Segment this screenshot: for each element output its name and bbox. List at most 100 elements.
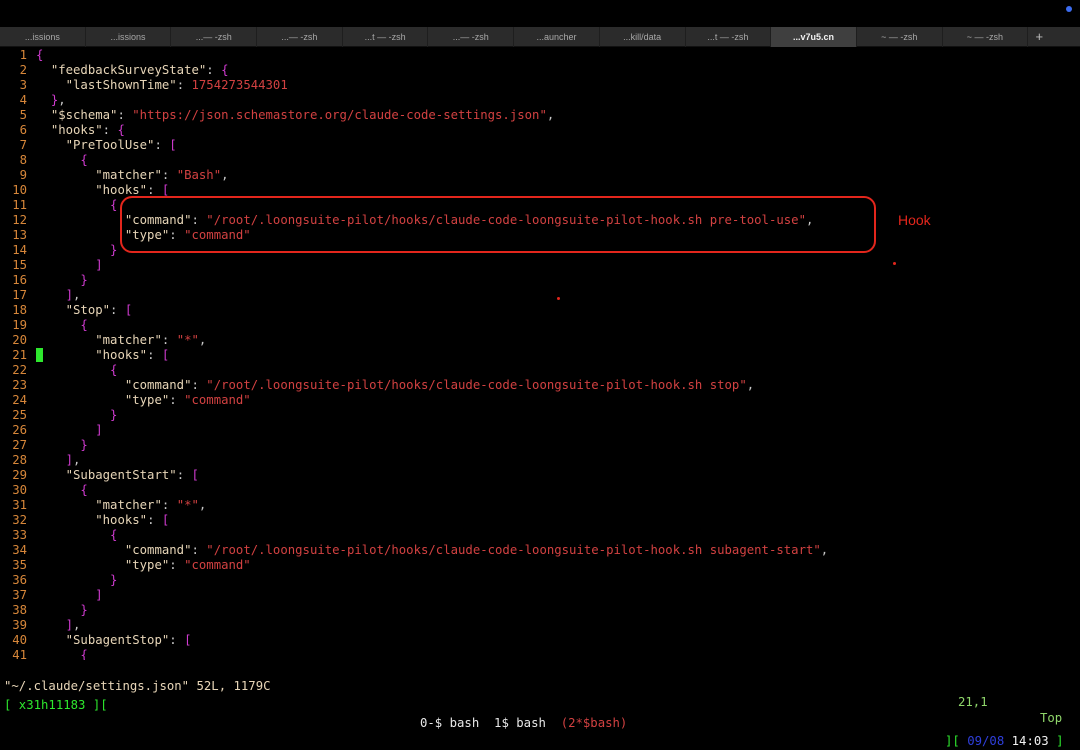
code-token: :: [147, 513, 162, 527]
terminal-tab[interactable]: ...— -zsh: [257, 27, 343, 47]
code-line: 19 {: [0, 318, 1080, 333]
terminal-tab[interactable]: ~ — -zsh: [857, 27, 943, 47]
terminal-tab[interactable]: ...— -zsh: [171, 27, 258, 47]
line-content: {: [36, 363, 117, 378]
line-content: }: [36, 243, 117, 258]
line-content: "type": "command": [36, 558, 251, 573]
line-number: 19: [12, 318, 27, 332]
terminal-tab[interactable]: ~ — -zsh: [943, 27, 1029, 47]
tmux-window-0[interactable]: 0-$ bash: [420, 716, 479, 730]
status-scroll-indicator: Top: [1040, 711, 1063, 725]
code-line: 7 "PreToolUse": [: [0, 138, 1080, 153]
code-token: {: [80, 318, 88, 332]
line-content: }: [36, 603, 87, 618]
terminal-tab[interactable]: ...auncher: [514, 27, 600, 47]
terminal-tab-active[interactable]: ...v7u5.cn: [771, 27, 857, 47]
terminal-tab[interactable]: ...issions: [0, 27, 86, 47]
line-number: 36: [12, 573, 27, 587]
line-content: ],: [36, 453, 81, 468]
code-token: [: [161, 348, 170, 362]
code-token: :: [110, 303, 125, 317]
code-token: "SubagentStop": [65, 633, 170, 647]
code-token: ,: [221, 168, 229, 182]
code-token: {: [36, 48, 44, 62]
tmux-status-bar: [ x31h11183 ][ 0-$ bash 1$ bash (2*$bash…: [0, 678, 1080, 748]
code-token: "type": [124, 393, 170, 407]
code-token: [: [184, 633, 192, 647]
code-token: [: [124, 303, 133, 317]
code-token: ]: [95, 423, 103, 437]
code-line: 29 "SubagentStart": [: [0, 468, 1080, 483]
code-token: {: [117, 123, 125, 137]
code-token: :: [176, 468, 192, 482]
vim-editor[interactable]: 1{2 "feedbackSurveyState": {3 "lastShown…: [0, 48, 1080, 660]
line-content: "lastShownTime": 1754273544301: [36, 78, 288, 93]
new-tab-button[interactable]: +: [1028, 27, 1050, 46]
line-content: {: [36, 48, 43, 63]
line-content: }: [36, 273, 87, 288]
terminal-tab[interactable]: ...— -zsh: [428, 27, 515, 47]
terminal-tab[interactable]: ...t — -zsh: [343, 27, 429, 47]
line-content: "hooks": {: [36, 123, 125, 138]
code-line: 30 {: [0, 483, 1080, 498]
code-line: 4 },: [0, 93, 1080, 108]
code-token: :: [169, 558, 185, 572]
code-token: "*": [176, 498, 199, 512]
code-token: ]: [95, 258, 103, 272]
line-number: 39: [12, 618, 27, 632]
code-token: ,: [198, 498, 207, 512]
vim-status-line: "~/.claude/settings.json" 52L, 1179C 21,…: [0, 662, 1080, 725]
code-line: 17 ],: [0, 288, 1080, 303]
line-content: }: [36, 573, 117, 588]
code-token: "SubagentStart": [65, 468, 177, 482]
line-number: 41: [12, 648, 27, 660]
code-token: {: [80, 483, 88, 497]
code-token: }: [110, 243, 118, 257]
code-token: {: [110, 363, 118, 377]
code-line: 34 "command": "/root/.loongsuite-pilot/h…: [0, 543, 1080, 558]
code-token: :: [154, 138, 170, 152]
line-number: 38: [12, 603, 27, 617]
line-number: 1: [19, 48, 27, 62]
terminal-tab[interactable]: ...t — -zsh: [686, 27, 772, 47]
code-token: :: [161, 168, 177, 182]
tmux-time: 14:03: [1011, 734, 1049, 748]
terminal-tab[interactable]: ...kill/data: [600, 27, 686, 47]
line-number: 20: [12, 333, 27, 347]
tmux-date: 09/08: [967, 734, 1005, 748]
line-number: 5: [19, 108, 27, 122]
code-token: :: [191, 378, 207, 392]
tmux-window-2-current[interactable]: (2*$bash): [561, 716, 628, 730]
line-number: 21: [12, 348, 27, 362]
tmux-window-1[interactable]: 1$ bash: [494, 716, 546, 730]
line-number: 34: [12, 543, 27, 557]
code-token: "hooks": [95, 513, 148, 527]
line-content: ]: [36, 588, 102, 603]
line-number: 29: [12, 468, 27, 482]
line-number: 3: [19, 78, 27, 92]
terminal-tab[interactable]: ...issions: [86, 27, 172, 47]
code-token: [: [161, 183, 170, 197]
code-token: ]: [65, 618, 74, 632]
line-content: "hooks": [: [36, 348, 169, 363]
code-line: 37 ]: [0, 588, 1080, 603]
line-number: 32: [12, 513, 27, 527]
line-number: 15: [12, 258, 27, 272]
code-line: 41 {: [0, 648, 1080, 660]
terminal-tab-bar: ...issions ...issions ...— -zsh ...— -zsh..…: [0, 27, 1080, 47]
